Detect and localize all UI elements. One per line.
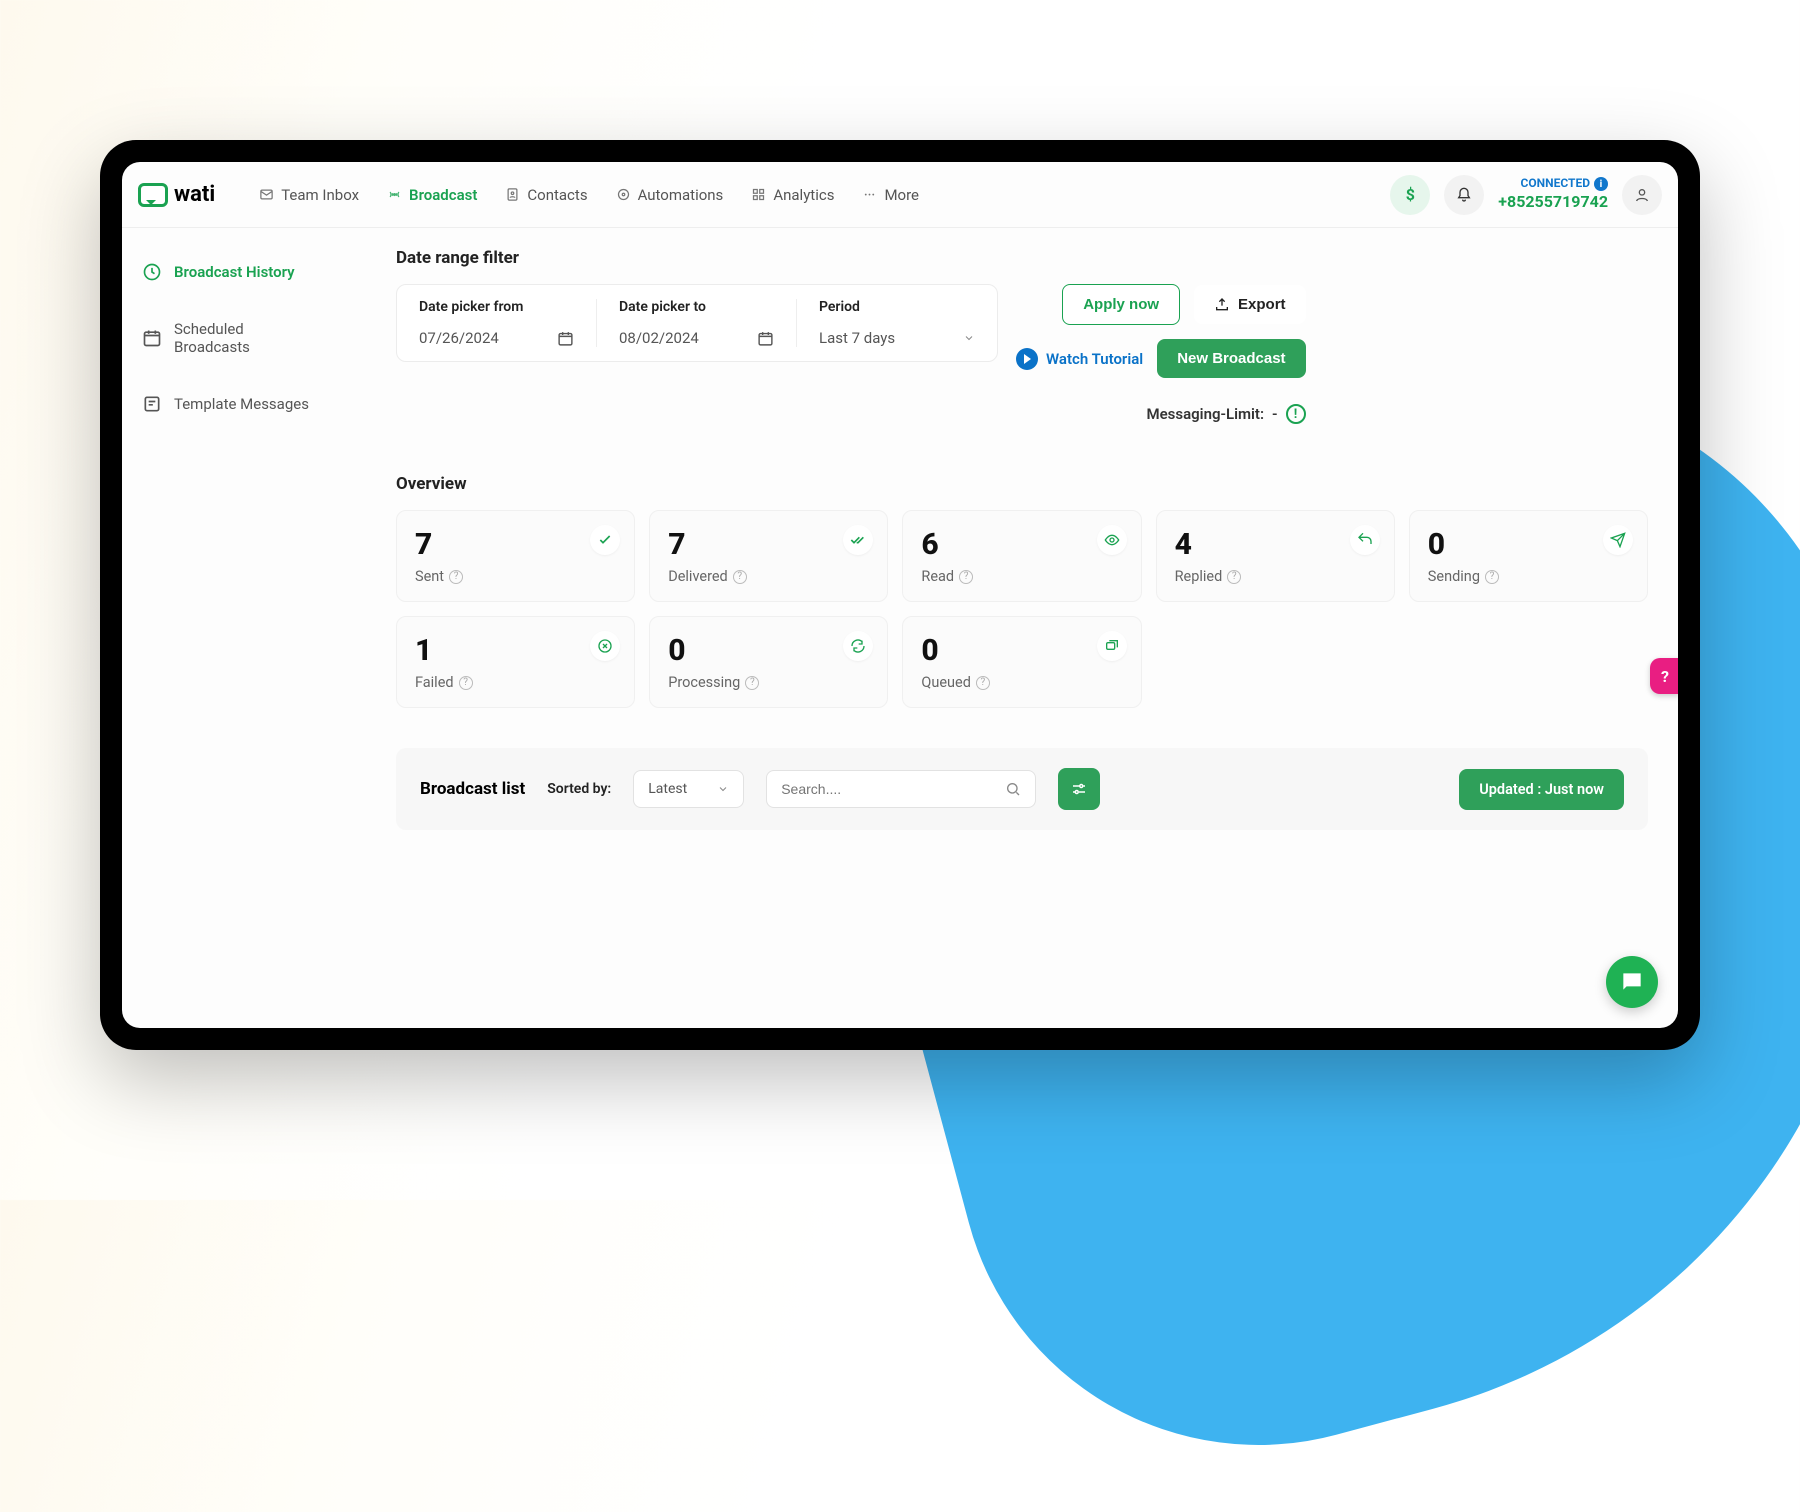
nav-automations[interactable]: Automations (604, 179, 736, 211)
nav-contacts[interactable]: Contacts (493, 179, 599, 211)
automations-icon (616, 187, 631, 202)
watch-tutorial[interactable]: Watch Tutorial (1016, 348, 1143, 370)
search-input[interactable] (766, 770, 1036, 808)
stat-sending[interactable]: 0 Sending? (1409, 510, 1648, 602)
play-icon (1016, 348, 1038, 370)
date-filter: Date picker from 07/26/2024 Date picker … (396, 284, 998, 362)
updated-button[interactable]: Updated : Just now (1459, 769, 1624, 810)
sliders-icon (1070, 780, 1088, 798)
period-select[interactable]: Last 7 days (819, 329, 975, 347)
stats-grid: 7 Sent? 7 Delivered? 6 Read? (396, 510, 1648, 708)
help-icon[interactable]: ? (733, 570, 747, 584)
failed-icon (590, 631, 620, 661)
help-icon[interactable]: ? (976, 676, 990, 690)
date-to-input[interactable]: 08/02/2024 (619, 329, 774, 347)
help-icon[interactable]: ? (745, 676, 759, 690)
date-from-input[interactable]: 07/26/2024 (419, 329, 574, 347)
stat-processing[interactable]: 0 Processing? (649, 616, 888, 708)
broadcast-list-bar: Broadcast list Sorted by: Latest Updated… (396, 748, 1648, 830)
filter-button[interactable] (1058, 768, 1100, 810)
eye-icon (1097, 525, 1127, 555)
warning-icon[interactable]: ! (1286, 404, 1306, 424)
analytics-icon (751, 187, 766, 202)
history-icon (142, 262, 162, 282)
filter-title: Date range filter (396, 248, 1648, 268)
stat-read[interactable]: 6 Read? (902, 510, 1141, 602)
export-icon (1214, 297, 1230, 313)
help-icon[interactable]: ? (1227, 570, 1241, 584)
stat-sent[interactable]: 7 Sent? (396, 510, 635, 602)
nav-team-inbox[interactable]: Team Inbox (247, 179, 371, 211)
main-content: Date range filter Date picker from 07/26… (372, 228, 1678, 1028)
calendar-icon (557, 330, 574, 347)
stat-failed[interactable]: 1 Failed? (396, 616, 635, 708)
nav-more[interactable]: More (850, 179, 931, 211)
queue-icon (1097, 631, 1127, 661)
check-icon (590, 525, 620, 555)
connection-status[interactable]: CONNECTED i +85255719742 (1498, 176, 1608, 212)
stat-replied[interactable]: 4 Replied? (1156, 510, 1395, 602)
logo[interactable]: wati (138, 182, 215, 207)
help-icon[interactable]: ? (449, 570, 463, 584)
from-label: Date picker from (419, 299, 574, 315)
chevron-down-icon (963, 332, 975, 344)
send-icon (1603, 525, 1633, 555)
new-broadcast-button[interactable]: New Broadcast (1157, 339, 1305, 378)
main-nav: Team Inbox Broadcast Contacts Automation… (247, 179, 931, 211)
user-icon (1634, 187, 1650, 203)
help-icon[interactable]: ? (1485, 570, 1499, 584)
chat-fab[interactable] (1606, 956, 1658, 1008)
chevron-down-icon (717, 783, 729, 795)
messaging-limit: Messaging-Limit: - ! (1146, 404, 1305, 424)
to-label: Date picker to (619, 299, 774, 315)
calendar-icon (142, 328, 162, 348)
nav-broadcast[interactable]: Broadcast (375, 179, 489, 211)
overview-title: Overview (396, 474, 1648, 494)
more-icon (862, 187, 877, 202)
sort-select[interactable]: Latest (633, 770, 744, 808)
search-icon (1005, 781, 1021, 797)
logo-text: wati (174, 182, 215, 207)
stat-delivered[interactable]: 7 Delivered? (649, 510, 888, 602)
inbox-icon (259, 187, 274, 202)
broadcast-icon (387, 187, 402, 202)
sidebar-template-messages[interactable]: Template Messages (132, 382, 362, 426)
bell-icon (1456, 187, 1472, 203)
sorted-by-label: Sorted by: (547, 781, 611, 797)
reply-icon (1350, 525, 1380, 555)
sidebar: Broadcast History Scheduled Broadcasts T… (122, 228, 372, 1028)
notifications-button[interactable] (1444, 175, 1484, 215)
nav-analytics[interactable]: Analytics (739, 179, 846, 211)
top-bar: wati Team Inbox Broadcast Contacts Autom… (122, 162, 1678, 228)
export-button[interactable]: Export (1194, 285, 1306, 324)
credits-button[interactable]: $ (1390, 175, 1430, 215)
calendar-icon (757, 330, 774, 347)
list-title: Broadcast list (420, 779, 525, 799)
template-icon (142, 394, 162, 414)
help-icon[interactable]: ? (459, 676, 473, 690)
logo-icon (138, 183, 168, 207)
help-icon[interactable]: ? (959, 570, 973, 584)
sidebar-broadcast-history[interactable]: Broadcast History (132, 250, 362, 294)
contacts-icon (505, 187, 520, 202)
stat-queued[interactable]: 0 Queued? (902, 616, 1141, 708)
period-label: Period (819, 299, 975, 315)
help-tab[interactable]: ? (1650, 658, 1678, 694)
info-icon: i (1594, 177, 1608, 191)
chat-icon (1619, 969, 1645, 995)
search-field[interactable] (781, 781, 995, 797)
apply-button[interactable]: Apply now (1062, 284, 1180, 325)
profile-button[interactable] (1622, 175, 1662, 215)
sidebar-scheduled-broadcasts[interactable]: Scheduled Broadcasts (132, 308, 362, 368)
